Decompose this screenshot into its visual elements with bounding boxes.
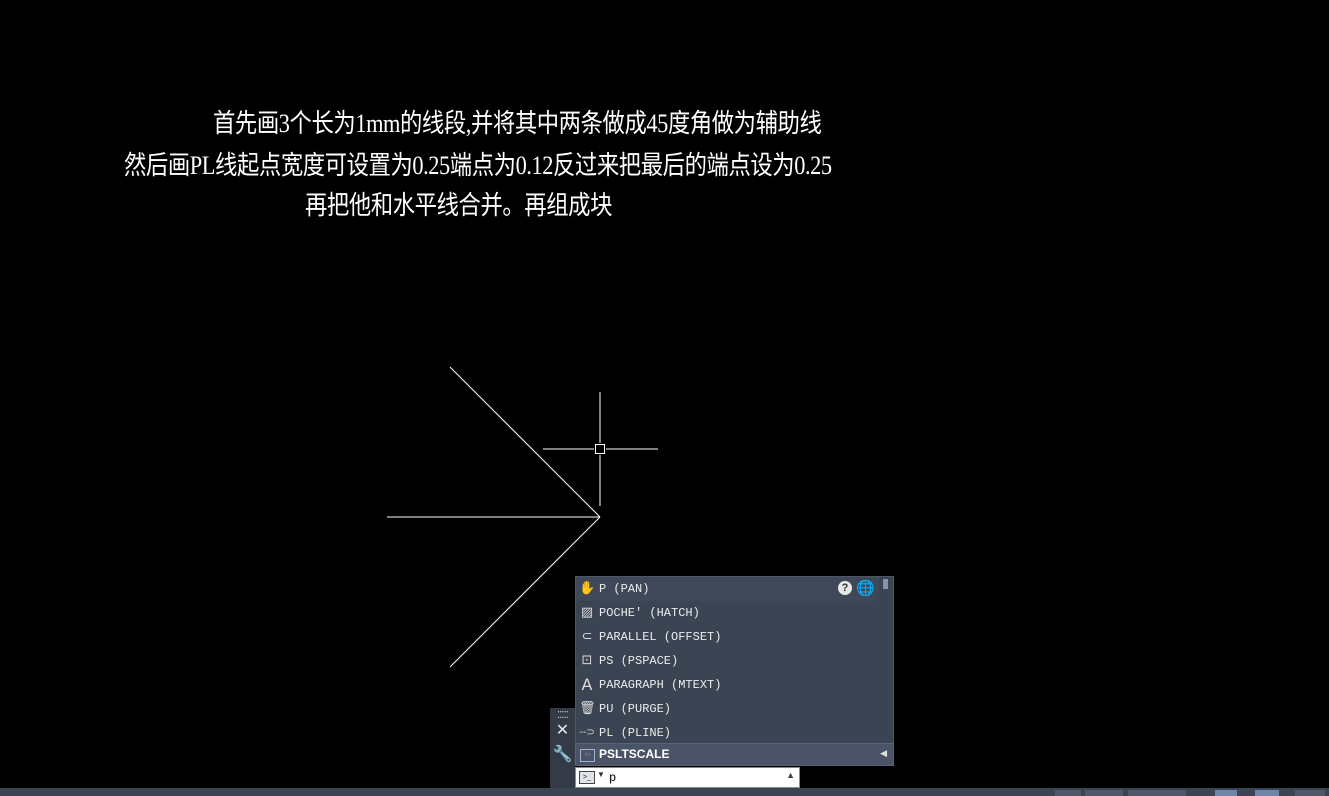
wrench-icon[interactable]: 🔧: [550, 744, 575, 763]
suggestion-item-mtext[interactable]: A PARAGRAPH (MTEXT): [576, 673, 879, 697]
status-bar-button[interactable]: [1085, 790, 1123, 796]
pspace-icon: ⊡: [581, 653, 593, 668]
pan-hand-icon: ✋: [579, 581, 596, 596]
command-input[interactable]: [609, 769, 779, 786]
offset-icon: ⊂: [581, 629, 593, 644]
close-icon[interactable]: ✕: [550, 720, 575, 739]
system-variable-item[interactable]: ▭ PSLTSCALE ◀: [575, 743, 894, 766]
suggestion-item-purge[interactable]: 🗑 PU (PURGE): [576, 697, 879, 721]
suggestion-item-pan[interactable]: ✋ P (PAN): [576, 577, 879, 601]
command-history-icon[interactable]: ▲: [786, 770, 795, 780]
command-line: >_ ▼ ▲: [575, 767, 800, 788]
command-prompt-icon[interactable]: >_: [579, 771, 595, 784]
status-bar: [0, 788, 1329, 796]
purge-icon: 🗑: [579, 701, 596, 716]
internet-search-icon[interactable]: 🌐: [856, 580, 875, 596]
crosshair-cursor: [543, 392, 658, 506]
help-icon[interactable]: ?: [838, 581, 852, 595]
suggestion-item-pline[interactable]: --⊃ PL (PLINE): [576, 721, 879, 745]
sysvar-icon: ▭: [580, 749, 595, 762]
diagonal-upper-line: [449, 366, 601, 518]
suggestion-item-pspace[interactable]: ⊡ PS (PSPACE): [576, 649, 879, 673]
status-bar-button[interactable]: [1295, 790, 1325, 796]
suggestion-item-hatch[interactable]: ▨ POCHE' (HATCH): [576, 601, 879, 625]
status-bar-button[interactable]: [1128, 790, 1186, 796]
status-bar-button[interactable]: [1215, 790, 1237, 796]
command-suggestion-list: ✋ P (PAN) ▨ POCHE' (HATCH) ⊂ PARALLEL (O…: [575, 576, 894, 766]
pline-icon: --⊃: [579, 727, 595, 738]
expand-arrow-icon[interactable]: ◀: [880, 748, 887, 759]
recent-commands-dropdown-icon[interactable]: ▼: [597, 770, 605, 779]
mtext-icon: A: [581, 675, 593, 694]
suggestion-item-offset[interactable]: ⊂ PARALLEL (OFFSET): [576, 625, 879, 649]
status-bar-button[interactable]: [1055, 790, 1081, 796]
command-line-sidebar: ⁚⁚⁚⁚⁚ ✕ 🔧: [550, 708, 575, 788]
hatch-icon: ▨: [580, 605, 594, 620]
status-bar-button[interactable]: [1255, 790, 1279, 796]
suggestion-scrollbar[interactable]: [883, 579, 888, 589]
